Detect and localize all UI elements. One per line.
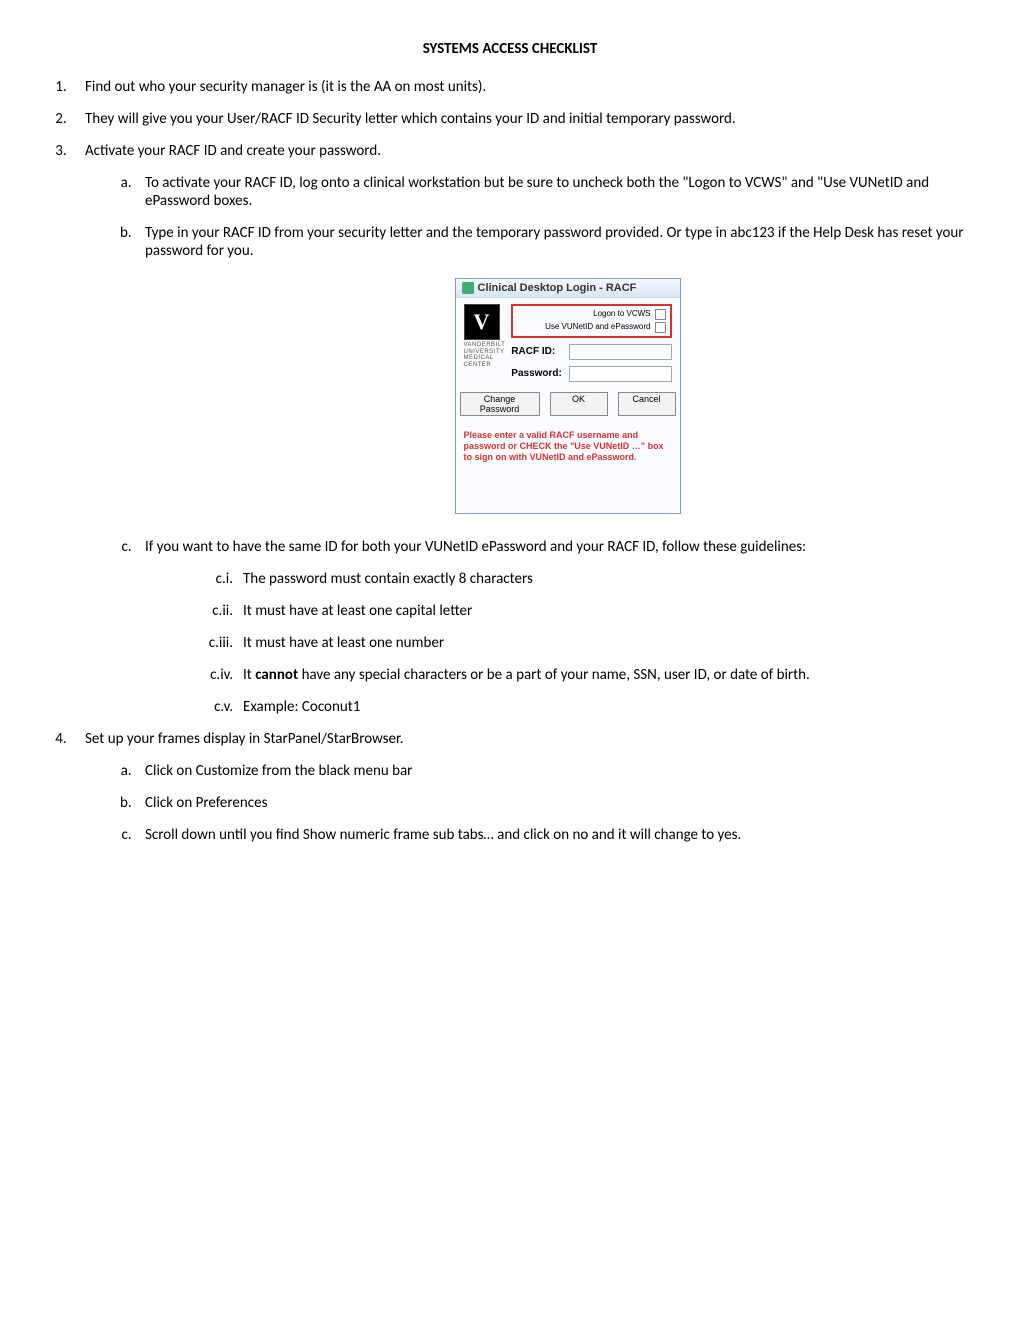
logo-line3: MEDICAL bbox=[464, 355, 494, 361]
logon-vcws-label: Logon to VCWS bbox=[593, 308, 650, 321]
vanderbilt-logo: V bbox=[464, 304, 500, 340]
step-3c: If you want to have the same ID for both… bbox=[135, 538, 990, 716]
g4-pre: It bbox=[243, 666, 255, 684]
login-dialog: Clinical Desktop Login - RACF V VANDERBI… bbox=[455, 278, 681, 514]
g4-bold: cannot bbox=[255, 666, 298, 684]
logo-line2: UNIVERSITY bbox=[464, 349, 505, 355]
main-list: Find out who your security manager is (i… bbox=[30, 78, 990, 844]
guideline-2-text: It must have at least one capital letter bbox=[243, 602, 472, 620]
highlighted-checkbox-area: Logon to VCWS Use VUNetID and ePassword bbox=[511, 304, 671, 338]
dialog-button-row: Change Password OK Cancel bbox=[464, 392, 672, 416]
racf-id-input[interactable] bbox=[569, 344, 671, 360]
step-2: They will give you your User/RACF ID Sec… bbox=[70, 110, 990, 128]
step-4: Set up your frames display in StarPanel/… bbox=[70, 730, 990, 844]
step-3-text: Activate your RACF ID and create your pa… bbox=[85, 142, 381, 160]
logo-column: V VANDERBILT UNIVERSITY MEDICAL CENTER bbox=[464, 304, 506, 382]
guideline-2: c.ii. It must have at least one capital … bbox=[185, 602, 990, 620]
guideline-5-text: Example: Coconut1 bbox=[243, 698, 360, 716]
logo-caption: VANDERBILT UNIVERSITY MEDICAL CENTER bbox=[464, 342, 506, 368]
logo-line4: CENTER bbox=[464, 362, 492, 368]
login-dialog-figure: Clinical Desktop Login - RACF V VANDERBI… bbox=[145, 278, 990, 514]
ok-button[interactable]: OK bbox=[550, 392, 608, 416]
step-3-sublist: To activate your RACF ID, log onto a cli… bbox=[85, 174, 990, 716]
use-vunetid-checkbox[interactable] bbox=[655, 322, 666, 333]
step-4-sublist: Click on Customize from the black menu b… bbox=[85, 762, 990, 844]
racf-id-label: RACF ID: bbox=[511, 346, 563, 357]
dialog-warning-text: Please enter a valid RACF username and p… bbox=[464, 430, 672, 464]
page-title: SYSTEMS ACCESS CHECKLIST bbox=[30, 40, 990, 58]
g4-post: have any special characters or be a part… bbox=[298, 666, 810, 684]
dialog-body: V VANDERBILT UNIVERSITY MEDICAL CENTER bbox=[456, 298, 680, 513]
step-3: Activate your RACF ID and create your pa… bbox=[70, 142, 990, 716]
guidelines-list: c.i. The password must contain exactly 8… bbox=[145, 570, 990, 716]
cancel-button[interactable]: Cancel bbox=[618, 392, 676, 416]
step-3b: Type in your RACF ID from your security … bbox=[135, 224, 990, 514]
guideline-4: c.iv. It cannot have any special charact… bbox=[185, 666, 990, 684]
guideline-3: c.iii. It must have at least one number bbox=[185, 634, 990, 652]
guideline-3-text: It must have at least one number bbox=[243, 634, 444, 652]
guideline-4-text: It cannot have any special characters or… bbox=[243, 666, 810, 684]
password-input[interactable] bbox=[569, 366, 671, 382]
password-label: Password: bbox=[511, 368, 563, 379]
step-3c-text: If you want to have the same ID for both… bbox=[145, 538, 806, 556]
step-4c: Scroll down until you find Show numeric … bbox=[135, 826, 990, 844]
step-4a: Click on Customize from the black menu b… bbox=[135, 762, 990, 780]
step-3a: To activate your RACF ID, log onto a cli… bbox=[135, 174, 990, 210]
step-4b: Click on Preferences bbox=[135, 794, 990, 812]
dialog-footer-space bbox=[464, 463, 672, 503]
app-icon bbox=[462, 282, 474, 294]
step-1: Find out who your security manager is (i… bbox=[70, 78, 990, 96]
guideline-5: c.v. Example: Coconut1 bbox=[185, 698, 990, 716]
guideline-1-label: c.i. bbox=[185, 570, 243, 588]
guideline-5-label: c.v. bbox=[185, 698, 243, 716]
logo-line1: VANDERBILT bbox=[464, 342, 506, 348]
guideline-4-label: c.iv. bbox=[185, 666, 243, 684]
use-vunetid-label: Use VUNetID and ePassword bbox=[545, 321, 650, 334]
dialog-title: Clinical Desktop Login - RACF bbox=[478, 282, 637, 294]
step-4-text: Set up your frames display in StarPanel/… bbox=[85, 730, 404, 748]
guideline-1-text: The password must contain exactly 8 char… bbox=[243, 570, 533, 588]
guideline-2-label: c.ii. bbox=[185, 602, 243, 620]
logon-vcws-checkbox[interactable] bbox=[655, 309, 666, 320]
step-3b-text: Type in your RACF ID from your security … bbox=[145, 224, 964, 260]
guideline-1: c.i. The password must contain exactly 8… bbox=[185, 570, 990, 588]
guideline-3-label: c.iii. bbox=[185, 634, 243, 652]
dialog-titlebar: Clinical Desktop Login - RACF bbox=[456, 279, 680, 298]
change-password-button[interactable]: Change Password bbox=[460, 392, 540, 416]
